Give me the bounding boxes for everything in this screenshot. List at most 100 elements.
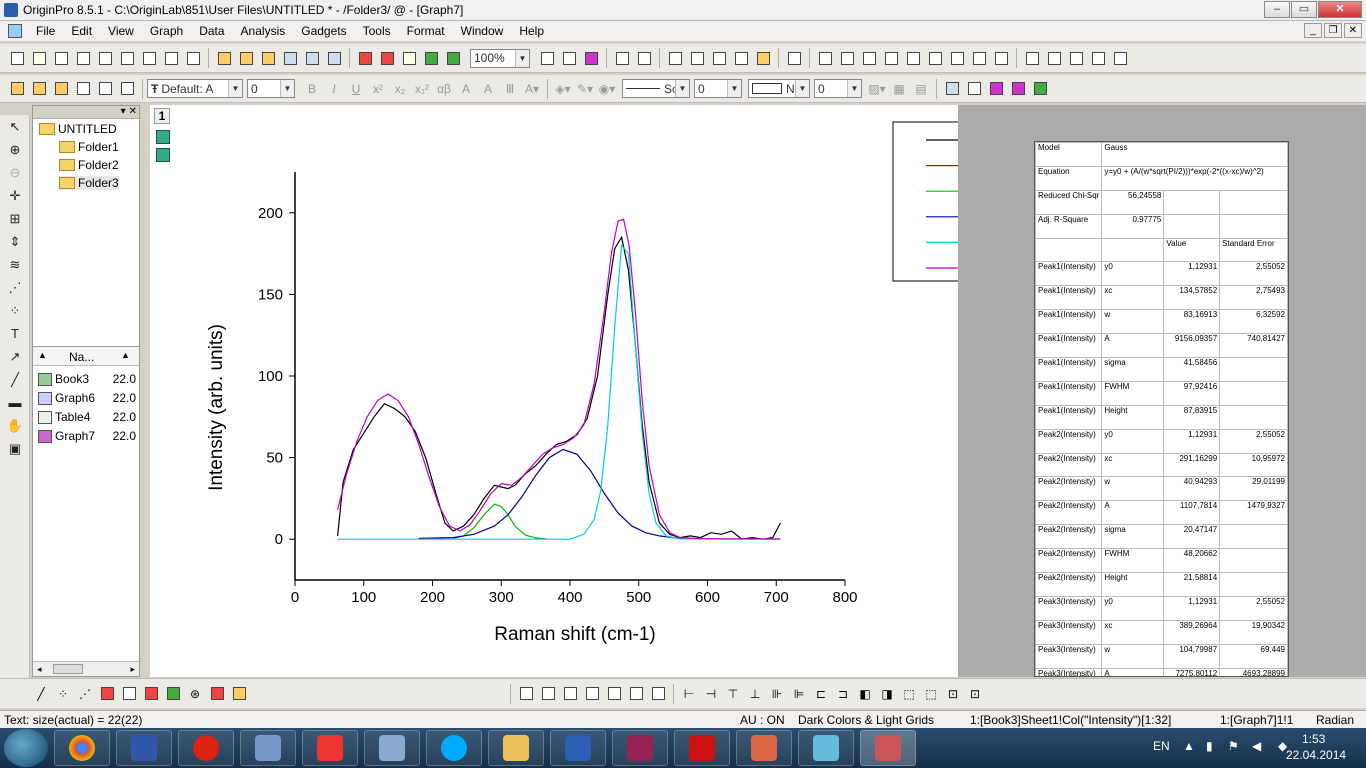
fill-color-icon[interactable]: ◈▾: [552, 82, 574, 96]
zoom-in-icon[interactable]: ⊕: [2, 138, 28, 161]
code-builder-icon[interactable]: [612, 48, 632, 68]
winrar-icon[interactable]: [612, 730, 668, 766]
add-new-columns-icon[interactable]: [784, 48, 804, 68]
script-window-icon[interactable]: [709, 48, 729, 68]
new-folder-icon[interactable]: [29, 48, 49, 68]
pattern-icon[interactable]: ◉▾: [596, 82, 618, 96]
graph-window-icon[interactable]: [8, 24, 22, 38]
save-project-icon[interactable]: [280, 48, 300, 68]
menu-help[interactable]: Help: [511, 24, 552, 38]
screen-reader-icon[interactable]: ✛: [2, 184, 28, 207]
menu-analysis[interactable]: Analysis: [233, 24, 294, 38]
line-plot-icon[interactable]: ╱: [31, 684, 51, 704]
list-item[interactable]: Book3 22.0: [38, 372, 138, 386]
underline-icon[interactable]: U: [345, 82, 367, 96]
add-inset-icon[interactable]: [925, 48, 945, 68]
hatch-pattern-icon[interactable]: ▨▾: [866, 82, 888, 96]
open-folder-icon[interactable]: [29, 79, 49, 99]
menu-graph[interactable]: Graph: [142, 24, 191, 38]
font-color-icon[interactable]: A▾: [521, 82, 543, 96]
back-icon[interactable]: ◨: [877, 684, 897, 704]
merge-graphs-icon[interactable]: [859, 48, 879, 68]
heatmap-icon[interactable]: [626, 684, 646, 704]
layer-icon[interactable]: [837, 48, 857, 68]
menu-edit[interactable]: Edit: [63, 24, 100, 38]
reverse-icon[interactable]: [1008, 79, 1028, 99]
run-icon[interactable]: [443, 48, 463, 68]
zoom-out-icon[interactable]: ⊖: [2, 161, 28, 184]
menu-data[interactable]: Data: [191, 24, 232, 38]
add-right-axis-icon[interactable]: [947, 48, 967, 68]
increase-font-icon[interactable]: A: [455, 82, 477, 96]
import-wizard-icon[interactable]: [399, 48, 419, 68]
stock-plot-icon[interactable]: [207, 684, 227, 704]
rescale-icon[interactable]: [815, 48, 835, 68]
menu-tools[interactable]: Tools: [355, 24, 399, 38]
region-select-icon[interactable]: ≋: [2, 253, 28, 276]
same-width-icon[interactable]: ⊏: [811, 684, 831, 704]
text-columns-icon[interactable]: Ⅲ: [499, 82, 521, 96]
lock-data-icon[interactable]: [1030, 79, 1050, 99]
box-plot-icon[interactable]: [141, 684, 161, 704]
new-function-icon[interactable]: [139, 48, 159, 68]
3d-wire-icon[interactable]: [560, 684, 580, 704]
legend-icon[interactable]: [1044, 48, 1064, 68]
col-name-header[interactable]: Na...: [69, 350, 94, 364]
align-vcenter-icon[interactable]: ⊪: [767, 684, 787, 704]
duplicate-icon[interactable]: [581, 48, 601, 68]
skype-icon[interactable]: [426, 730, 482, 766]
tree-folder-3[interactable]: Folder3: [59, 176, 119, 190]
command-window-icon[interactable]: [687, 48, 707, 68]
new-graph-icon[interactable]: [95, 48, 115, 68]
data-reader-icon[interactable]: ⊞: [2, 207, 28, 230]
decrease-font-icon[interactable]: A: [477, 82, 499, 96]
flag-icon[interactable]: ⚑: [1228, 739, 1239, 753]
align-bottom-icon[interactable]: ⊥: [745, 684, 765, 704]
polar-plot-icon[interactable]: ⊛: [185, 684, 205, 704]
ungroup-icon[interactable]: ⬚: [921, 684, 941, 704]
disabled-tool-1-icon[interactable]: [73, 79, 93, 99]
line-style-select[interactable]: Sc ▼: [622, 79, 690, 98]
explorer-icon[interactable]: [7, 79, 27, 99]
plot-template-icon[interactable]: [119, 684, 139, 704]
opera-icon[interactable]: [178, 730, 234, 766]
clock-time[interactable]: 1:53: [1302, 732, 1325, 746]
tree-folder-1[interactable]: Folder1: [59, 140, 119, 154]
new-notes-icon[interactable]: [183, 48, 203, 68]
menu-format[interactable]: Format: [399, 24, 453, 38]
code-icon[interactable]: [731, 48, 751, 68]
save-template-icon[interactable]: [324, 48, 344, 68]
raman-chart[interactable]: 0 100 200 300 400 500 600 700 800 0 50 100 150 200 Ram…: [150, 105, 958, 677]
pointer-icon[interactable]: ↖: [2, 115, 28, 138]
list-item[interactable]: Graph6 22.0: [38, 391, 138, 405]
clock-icon[interactable]: [1088, 48, 1108, 68]
explorer-close-icon[interactable]: ✕: [129, 106, 137, 118]
3d-colormap-icon[interactable]: [582, 684, 602, 704]
font-select[interactable]: Ŧ Default: A ▼: [147, 79, 243, 98]
data-selector-icon[interactable]: ⇕: [2, 230, 28, 253]
line-tool-icon[interactable]: ╱: [2, 368, 28, 391]
import-single-ascii-icon[interactable]: [355, 48, 375, 68]
disabled-tool-3-icon[interactable]: [117, 79, 137, 99]
bold-icon[interactable]: B: [301, 82, 323, 96]
notepad-icon[interactable]: [798, 730, 854, 766]
greek-icon[interactable]: αβ: [433, 82, 455, 96]
explorer-folder-icon[interactable]: [488, 730, 544, 766]
mask-points-icon[interactable]: ⁘: [2, 299, 28, 322]
scroll-right-icon[interactable]: ▸: [130, 664, 135, 675]
line-symbol-plot-icon[interactable]: ⋰: [75, 684, 95, 704]
align-left-icon[interactable]: ⊢: [679, 684, 699, 704]
shape-2-icon[interactable]: ⊡: [965, 684, 985, 704]
print-icon[interactable]: [537, 48, 557, 68]
column-plot-icon[interactable]: [97, 684, 117, 704]
results-log-icon[interactable]: [634, 48, 654, 68]
open-icon[interactable]: [214, 48, 234, 68]
new-layout-icon[interactable]: [161, 48, 181, 68]
mdi-minimize-button[interactable]: _: [1304, 23, 1322, 38]
supersub-icon[interactable]: x₁²: [411, 82, 433, 96]
origin-taskbar-icon[interactable]: [860, 730, 916, 766]
layer-legend-icon[interactable]: [1066, 48, 1086, 68]
open-template-icon[interactable]: [236, 48, 256, 68]
list-header[interactable]: ▲ Na... ▲: [33, 346, 139, 366]
list-icon[interactable]: [1022, 48, 1042, 68]
